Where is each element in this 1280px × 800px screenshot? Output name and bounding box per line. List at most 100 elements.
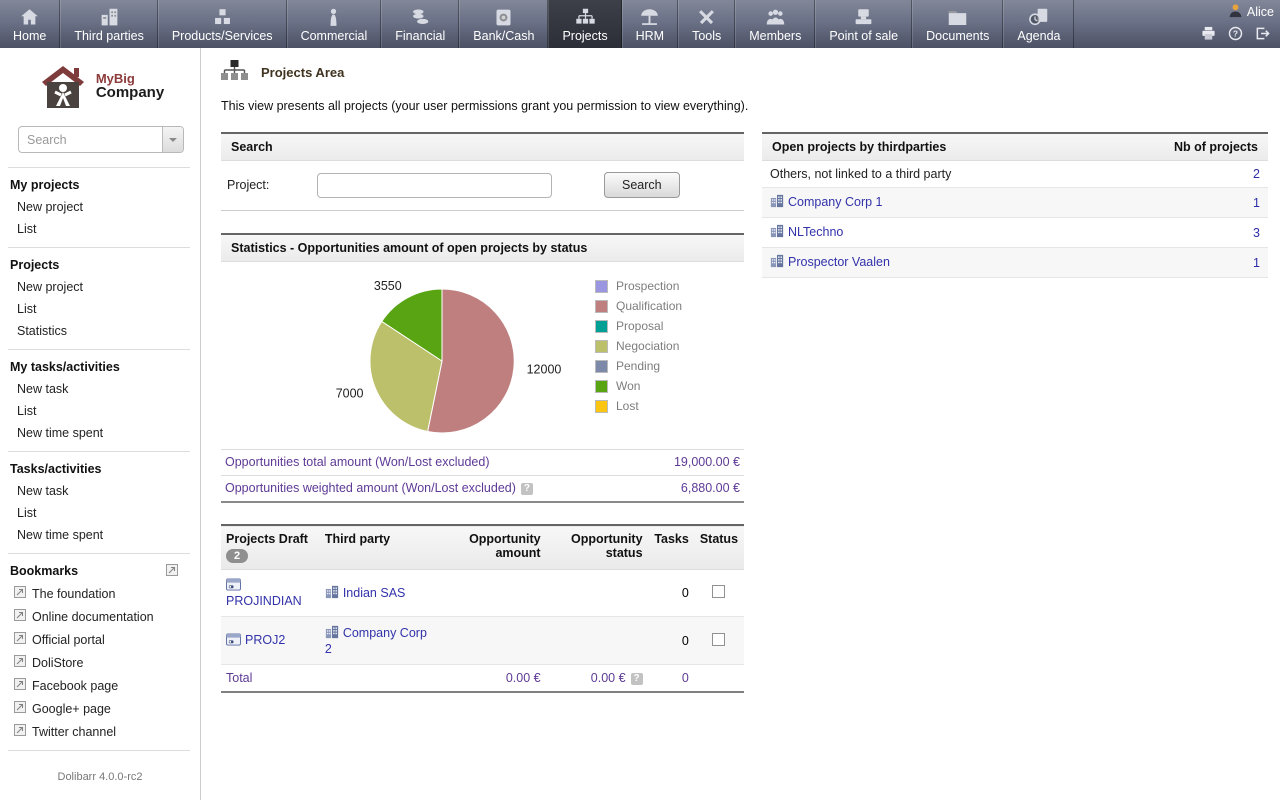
legend-swatch [595,380,608,393]
nav-tab-bank-cash[interactable]: Bank/Cash [459,0,548,48]
bookmark-online-documentation[interactable]: Online documentation [0,605,200,628]
total-tasks: 0 [648,665,694,693]
user-menu[interactable]: Alice [1228,3,1274,21]
page-title: Projects Area [261,65,344,80]
divider [8,553,190,554]
nav-tab-members[interactable]: Members [735,0,815,48]
nav-tab-products-services[interactable]: Products/Services [158,0,287,48]
print-icon[interactable] [1201,26,1216,46]
statistics-title: Statistics - Opportunities amount of ope… [221,233,744,262]
draft-table-row: PROJINDIANIndian SAS0 [221,570,744,617]
menu-item-new-task[interactable]: New task [0,480,200,502]
project-link[interactable]: PROJ2 [245,633,285,647]
project-link[interactable]: PROJINDIAN [226,594,302,608]
nav-tab-financial[interactable]: Financial [381,0,459,48]
nb-projects-header: Nb of projects [1174,140,1258,154]
bookmark-label: Facebook page [32,679,118,693]
total-label: Total [221,665,320,693]
third-party-link[interactable]: Prospector Vaalen [788,255,890,269]
search-button[interactable]: Search [604,172,680,198]
nav-tab-third-parties[interactable]: Third parties [60,0,157,48]
nav-tab-point-of-sale[interactable]: Point of sale [815,0,912,48]
col-tasks: Tasks [648,525,694,570]
nav-tab-documents[interactable]: Documents [912,0,1003,48]
sidebar-search-input[interactable] [18,126,184,153]
bookmark-label: Google+ page [32,702,111,716]
menu-item-new-time-spent[interactable]: New time spent [0,524,200,546]
menu-item-list[interactable]: List [0,218,200,240]
nav-tab-label: Products/Services [172,29,273,43]
agenda-icon [1027,5,1050,29]
divider [8,349,190,350]
help-icon[interactable]: ? [521,483,533,495]
open-projects-row: Others, not linked to a third party2 [762,161,1268,188]
search-dropdown-button[interactable] [162,127,183,152]
bookmark-icon [14,632,26,647]
project-search-input[interactable] [317,173,552,198]
menu-item-list[interactable]: List [0,502,200,524]
company-logo: MyBig Company [0,62,200,110]
menu-section-my-projects: My projects [0,175,200,196]
total-amount: 0.00 € [436,665,545,693]
divider [8,750,190,751]
bookmark-official-portal[interactable]: Official portal [0,628,200,651]
add-bookmark-icon[interactable] [166,563,178,581]
project-count: 1 [1253,256,1260,270]
row-label: Others, not linked to a third party [770,167,951,181]
nav-tab-label: Bank/Cash [473,29,534,43]
third-party-link[interactable]: Company Corp 1 [788,195,883,209]
third-party-link[interactable]: Company Corp 2 [325,626,427,656]
nav-tab-label: Home [13,29,46,43]
bookmark-google-page[interactable]: Google+ page [0,697,200,720]
nav-tab-hrm[interactable]: HRM [622,0,678,48]
menu-item-new-project[interactable]: New project [0,276,200,298]
open-projects-row: Prospector Vaalen 1 [762,248,1268,278]
bookmark-facebook-page[interactable]: Facebook page [0,674,200,697]
col-status: Status [694,525,744,570]
draft-table-row: PROJ2Company Corp 20 [221,617,744,665]
nav-tab-projects[interactable]: Projects [548,0,621,48]
nav-tab-label: Agenda [1017,29,1060,43]
third-party-link[interactable]: Indian SAS [343,586,406,600]
bookmark-the-foundation[interactable]: The foundation [0,582,200,605]
bookmark-label: Online documentation [32,610,154,624]
menu-item-list[interactable]: List [0,298,200,320]
draft-table-title: Projects Draft [226,532,315,546]
menu-item-new-task[interactable]: New task [0,378,200,400]
opportunity-status-cell [546,617,648,665]
project-icon [226,578,241,594]
total-row-value: 19,000.00 € [674,455,740,469]
legend-lost: Lost [595,396,682,416]
nav-tab-home[interactable]: Home [0,0,60,48]
menu-item-list[interactable]: List [0,400,200,422]
menu-item-statistics[interactable]: Statistics [0,320,200,342]
nav-actions: ? [1201,26,1270,46]
menu-item-new-project[interactable]: New project [0,196,200,218]
nav-tab-label: HRM [636,29,664,43]
statistics-section: Statistics - Opportunities amount of ope… [221,233,744,503]
project-icon [226,633,241,649]
legend-label: Pending [616,359,660,373]
help-icon[interactable]: ? [1228,26,1243,46]
help-icon[interactable]: ? [631,673,643,685]
legend-label: Won [616,379,640,393]
legend-label: Proposal [616,319,663,333]
logout-icon[interactable] [1255,26,1270,46]
bookmark-dolistore[interactable]: DoliStore [0,651,200,674]
legend-label: Prospection [616,279,679,293]
projects-area-icon [221,60,248,84]
menu-item-new-time-spent[interactable]: New time spent [0,422,200,444]
menu-section-tasks-activities: Tasks/activities [0,459,200,480]
pos-icon [852,5,875,29]
row-select-checkbox[interactable] [712,633,725,646]
third-party-link[interactable]: NLTechno [788,225,843,239]
nav-tab-commercial[interactable]: Commercial [287,0,382,48]
row-select-checkbox[interactable] [712,585,725,598]
sidebar-menu: My projectsNew projectListProjectsNew pr… [0,167,200,546]
nav-tab-agenda[interactable]: Agenda [1003,0,1074,48]
bookmark-twitter-channel[interactable]: Twitter channel [0,720,200,743]
bookmark-icon [14,609,26,624]
nav-tab-tools[interactable]: Tools [678,0,735,48]
nav-tab-label: Projects [562,29,607,43]
projects-draft-table: Projects Draft 2 Third party Opportunity… [221,524,744,693]
